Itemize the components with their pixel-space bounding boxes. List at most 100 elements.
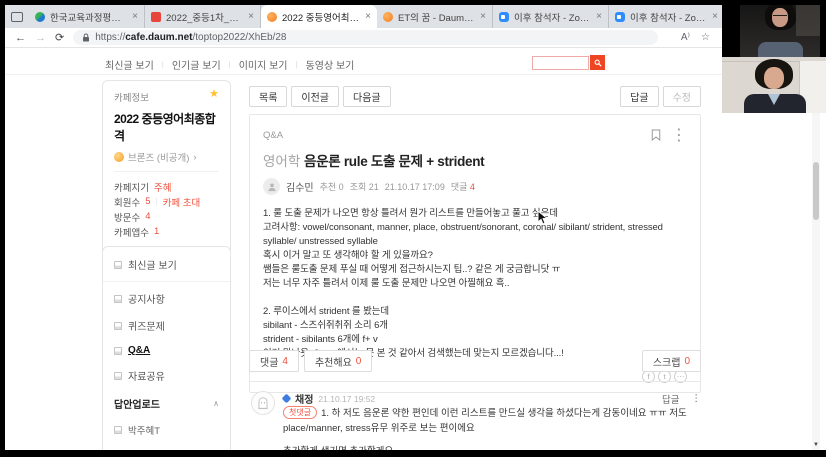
close-icon[interactable]: × (132, 11, 138, 22)
tab-daum-cafe-active[interactable]: 2022 중등영어최종합격 | 티 × (261, 5, 377, 28)
mouse-cursor (537, 210, 548, 225)
more-icon[interactable]: ⋮ (671, 125, 687, 145)
search-box (532, 55, 605, 70)
cafe-grade[interactable]: 브론즈 (비공개) › (114, 150, 219, 164)
sidebar-item-notice[interactable]: 공지사항 (103, 285, 230, 312)
avatar[interactable] (251, 391, 275, 415)
row-value: 4 (145, 211, 151, 222)
row-value: 1 (153, 226, 160, 237)
row-label: 카페지기 (114, 182, 149, 194)
lock-icon (83, 33, 90, 42)
sidebar-section-upload[interactable]: 답안업로드 ∧ (103, 389, 230, 418)
ghost-avatar-icon (258, 396, 268, 410)
webcam-video-participant-1[interactable] (740, 0, 820, 57)
divider: | (155, 197, 158, 206)
comment-text: 1. 하 저도 음운론 약한 편인데 이런 리스트를 만드실 생각을 하셨다는게… (283, 408, 687, 434)
divider: | (228, 60, 231, 69)
prev-post-button[interactable]: 이전글 (291, 86, 340, 107)
sidebar-item-teacher-1[interactable]: 박주혜T (103, 418, 230, 442)
url-field[interactable]: https://cafe.daum.net/toptop2022/XhEb/28 (73, 30, 659, 45)
search-input[interactable] (532, 55, 589, 70)
back-icon[interactable]: ← (15, 32, 26, 44)
close-icon[interactable]: × (480, 11, 486, 22)
next-post-button[interactable]: 다음글 (343, 86, 391, 107)
sidebar-item-teacher-2[interactable]: 손채정T (103, 442, 230, 450)
tab-kice[interactable]: 한국교육과정평가원 × (29, 5, 145, 28)
list-button[interactable]: 목록 (249, 86, 288, 107)
zoom-video-overlay[interactable] (722, 0, 826, 113)
search-icon (594, 59, 602, 67)
edit-button[interactable]: 수정 (662, 86, 701, 107)
scrollbar-down-icon[interactable]: ▼ (812, 442, 820, 448)
row-value: 5 (145, 196, 151, 207)
sidebar-item-share[interactable]: 자료공유 (103, 362, 230, 389)
forward-icon[interactable]: → (35, 32, 46, 44)
cafe-top-nav: 최신글 보기 | 인기글 보기 | 이미지 보기 | 동영상 보기 (105, 57, 354, 72)
post-author-row: 김수민 추천 0 조회 21 21.10.17 17:09 댓글 4 (263, 178, 687, 195)
post-author[interactable]: 김수민 (286, 179, 314, 194)
reply-button[interactable]: 답글 (620, 86, 659, 107)
comment-date: 21.10.17 19:52 (318, 393, 376, 404)
tab-label: 2022 중등영어최종합격 | 티 (282, 12, 360, 24)
tab-search-icon[interactable] (11, 11, 23, 22)
tab-pdf[interactable]: 2022_중등1차_교육학 (1).p.. × (145, 5, 261, 28)
sidebar-item-quiz[interactable]: 퀴즈문제 (103, 312, 230, 339)
url-scheme: https:// (95, 32, 126, 43)
post-comment-meta[interactable]: 댓글 4 (451, 180, 475, 193)
webcam-video-participant-2[interactable] (722, 57, 826, 113)
favorite-star-icon[interactable]: ★ (209, 89, 219, 104)
close-icon[interactable]: × (596, 11, 602, 22)
refresh-icon[interactable]: ⟳ (55, 31, 64, 44)
close-icon[interactable]: × (712, 11, 718, 22)
body-line: 쌤들은 룰도출 문제 푸실 때 어떻게 접근하시는지 팁..? 같은 게 궁금합… (263, 264, 561, 275)
scrollbar-thumb[interactable] (813, 162, 819, 220)
row-label: 카페앱수 (114, 227, 149, 239)
close-icon[interactable]: × (248, 11, 254, 22)
nav-link-latest[interactable]: 최신글 보기 (105, 57, 154, 72)
close-icon[interactable]: × (365, 11, 371, 22)
page-scrollbar[interactable] (812, 96, 820, 450)
body-blank-line (263, 291, 687, 305)
info-row-owner: 카페지기 주혜 (114, 179, 219, 194)
post-category[interactable]: Q&A (263, 130, 283, 141)
comments-button[interactable]: 댓글 4 (249, 350, 299, 372)
chevron-up-icon[interactable]: ∧ (213, 399, 219, 408)
bookmark-icon[interactable] (651, 129, 661, 141)
nav-link-images[interactable]: 이미지 보기 (239, 57, 288, 72)
row-value[interactable]: 주혜 (154, 180, 171, 194)
info-row-apps: 카페앱수 1 (114, 224, 219, 239)
comment-reply-button[interactable]: 답글 (662, 392, 679, 406)
board-icon (114, 426, 122, 434)
button-label: 추천해요 (314, 357, 352, 369)
search-button[interactable] (590, 55, 605, 70)
invite-link[interactable]: 카페 초대 (163, 195, 201, 209)
tab-zoom-1[interactable]: 이후 참석자 - Zoom × (493, 5, 609, 28)
tab-daum-cafe-2[interactable]: ET의 꿈 - Daum 카페 × (377, 5, 493, 28)
sidebar-item-qna[interactable]: Q&A (103, 339, 230, 362)
more-icon[interactable]: ⋮ (692, 393, 702, 404)
participant-glasses (773, 15, 787, 16)
avatar[interactable] (263, 178, 280, 195)
row-label: 회원수 (114, 197, 141, 209)
post-like-count: 추천 0 (319, 182, 344, 192)
zoom-favicon-icon (615, 11, 625, 22)
body-line: 고려사항: vowel/consonant, manner, place, ob… (263, 222, 663, 247)
cafe-title[interactable]: 2022 중등영어최종합격 (114, 110, 219, 144)
row-label: 방문수 (114, 212, 141, 224)
comment-count: 4 (282, 355, 288, 367)
member-level-icon (281, 393, 292, 404)
read-aloud-icon[interactable]: A⁾ (681, 32, 690, 43)
nav-link-popular[interactable]: 인기글 보기 (172, 57, 221, 72)
zoom-favicon-icon (499, 11, 509, 22)
like-count: 0 (355, 355, 362, 367)
scrap-button[interactable]: 스크랩 0 (641, 350, 701, 372)
like-button[interactable]: 추천해요 0 (303, 350, 373, 372)
board-icon (114, 371, 122, 380)
favorite-star-icon[interactable]: ☆ (701, 32, 710, 43)
daum-cafe-favicon-icon (267, 11, 277, 22)
sidebar-item-latest[interactable]: 최신글 보기 (103, 251, 230, 278)
comment-author[interactable]: 채정 (295, 391, 313, 406)
comment-label: 댓글 (450, 182, 468, 192)
tab-zoom-2[interactable]: 이후 참석자 - Zoom × (609, 5, 725, 28)
nav-link-videos[interactable]: 동영상 보기 (306, 57, 355, 72)
